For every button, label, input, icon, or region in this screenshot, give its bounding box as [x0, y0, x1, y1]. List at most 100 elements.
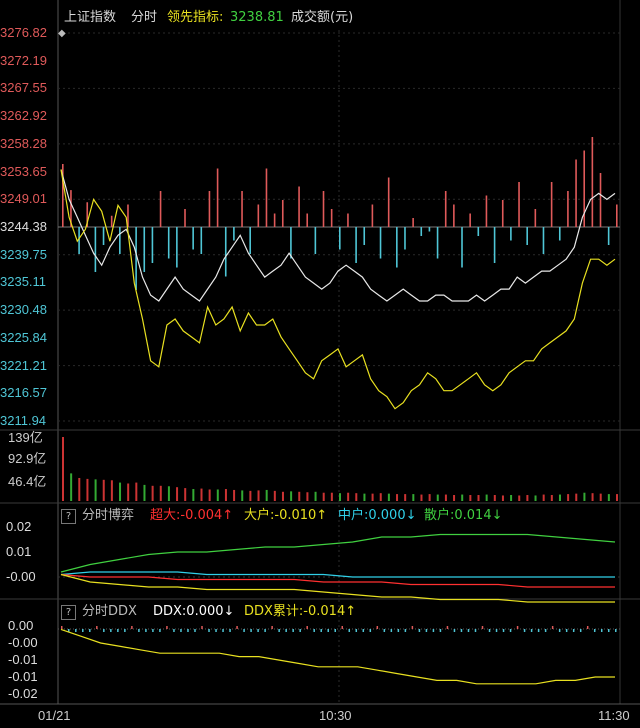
volume-bar — [575, 493, 578, 501]
flow-bar — [78, 227, 80, 254]
volume-bar — [249, 490, 252, 501]
volume-bar — [94, 479, 97, 501]
ddx-bar — [600, 629, 603, 632]
collapse-icon[interactable]: ◆ — [58, 26, 66, 42]
ddx-bar — [362, 629, 365, 632]
volume-bar — [396, 494, 399, 501]
medium-line — [60, 571, 615, 578]
ddx-bar — [61, 626, 63, 629]
ddx-value: DDX:0.000↓ — [153, 604, 235, 619]
volume-bar — [583, 492, 586, 501]
ddx-bar — [292, 629, 294, 632]
price-tick-label: 3235.11 — [0, 274, 47, 290]
flow-bar — [233, 227, 235, 241]
ddx-help-icon[interactable]: ? — [61, 605, 76, 620]
volume-bar — [290, 491, 293, 501]
ddx-bar — [278, 629, 280, 632]
ddx-bar — [453, 629, 456, 632]
volume-bar — [273, 490, 276, 501]
ddx-bar — [327, 629, 329, 632]
flow-bar — [461, 227, 463, 268]
ddx-bar — [215, 629, 217, 632]
ddx-bar — [187, 629, 189, 632]
ddx-bar — [544, 629, 547, 632]
volume-bar — [127, 483, 130, 501]
volume-tick-label: 139亿 — [8, 430, 43, 445]
flow-bar — [493, 227, 496, 263]
ddx-bar — [376, 626, 379, 629]
volume-bar — [306, 492, 309, 501]
ddx-bar — [502, 629, 505, 632]
ddx-bar — [103, 629, 105, 632]
volume-bar — [550, 495, 553, 501]
flow-bar — [444, 191, 447, 227]
ddx-bar — [474, 629, 477, 632]
ddx-bar — [313, 629, 315, 632]
time-label-end: 11:30 — [598, 708, 630, 723]
volume-bar — [420, 494, 423, 501]
flow-bar — [355, 227, 357, 263]
flow-bar — [119, 227, 121, 254]
flow-bar — [396, 227, 398, 268]
large-line — [60, 573, 615, 603]
volume-bar — [102, 479, 105, 501]
price-tick-label: 3249.01 — [0, 191, 47, 207]
flow-bar — [314, 227, 317, 254]
ddx-bar — [264, 629, 266, 632]
ddx-bar — [75, 629, 77, 632]
flow-bar — [257, 204, 260, 227]
flow-bar — [526, 227, 528, 245]
ddx-bar — [446, 626, 449, 629]
ddx-bar — [236, 626, 238, 629]
volume-bar — [428, 494, 431, 501]
super-large-value: 超大:-0.004↑ — [150, 508, 234, 523]
flow-bar — [550, 182, 553, 227]
flow-bar — [159, 191, 162, 227]
ddx-bar — [488, 629, 491, 632]
flow-bar — [404, 227, 406, 250]
volume-bar — [444, 494, 447, 501]
ddx-bar — [124, 629, 126, 632]
volume-bar — [599, 493, 602, 501]
volume-bar — [371, 493, 374, 501]
volume-bar — [379, 493, 382, 501]
ddx-bar — [537, 629, 540, 632]
game-help-icon[interactable]: ? — [61, 509, 76, 524]
game-tick-label: 0.02 — [6, 519, 32, 534]
ddx-bar — [194, 629, 196, 632]
volume-bar — [70, 473, 73, 501]
price-tick-label: 3258.28 — [0, 135, 47, 151]
ddx-bar — [530, 629, 533, 632]
flow-bar — [339, 227, 341, 250]
ddx-bar — [257, 629, 259, 632]
flow-bar — [477, 227, 480, 236]
price-tick-label: 3230.48 — [0, 302, 47, 318]
volume-bar — [159, 485, 162, 501]
flow-bar — [94, 227, 97, 272]
ddx-bar — [201, 626, 203, 629]
volume-bar — [143, 484, 146, 501]
index-name: 上证指数 — [64, 10, 117, 25]
volume-bar — [314, 491, 317, 501]
ddx-bar — [439, 629, 442, 632]
time-label-start: 01/21 — [38, 708, 71, 723]
ddx-bar — [243, 629, 245, 632]
large-value: 大户:-0.010↑ — [244, 508, 328, 523]
flow-bar — [436, 227, 439, 259]
flow-bar — [176, 227, 178, 268]
ddx-bar — [551, 626, 554, 629]
flow-bar — [135, 227, 137, 290]
volume-bar — [387, 493, 390, 501]
ddx-tick-label: -0.02 — [8, 686, 38, 701]
ddx-bar — [222, 629, 224, 632]
leading-value: 3238.81 — [230, 10, 284, 25]
mode-label[interactable]: 分时 — [131, 10, 157, 26]
volume-bar — [192, 489, 195, 501]
volume-bar — [493, 495, 496, 501]
ddx-bar — [173, 629, 175, 632]
flow-bar — [575, 159, 577, 227]
flow-bar — [420, 227, 423, 236]
ddx-bar — [615, 629, 617, 632]
ddx-bar — [425, 629, 428, 632]
volume-bar — [339, 493, 341, 501]
